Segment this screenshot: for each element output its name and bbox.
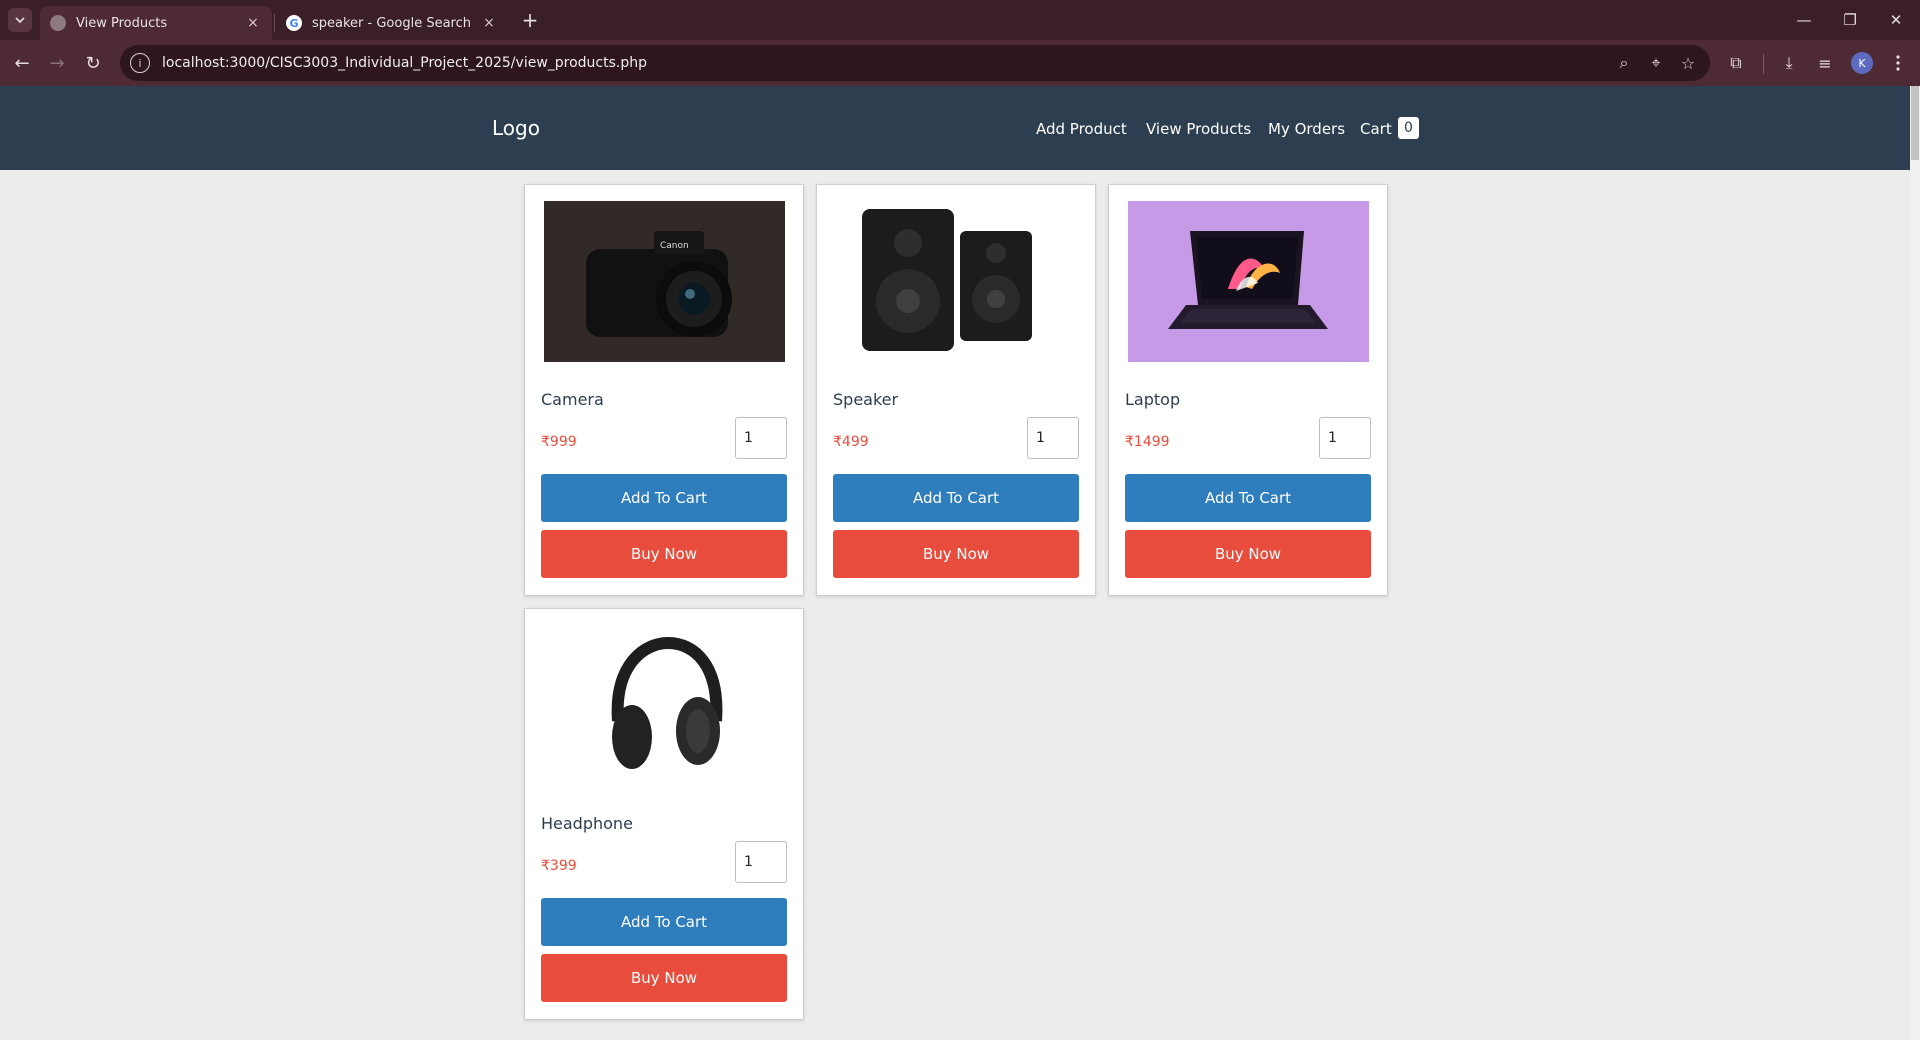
url-text[interactable]: localhost:3000/CISC3003_Individual_Proje… <box>162 55 1608 71</box>
site-header: Logo Add Product View Products My Orders… <box>0 86 1910 170</box>
nav-cart[interactable]: Cart <box>1360 120 1392 138</box>
google-favicon-icon: G <box>286 15 302 31</box>
browser-tab-google-search[interactable]: G speaker - Google Search × <box>276 6 508 40</box>
product-card-headphone: Headphone ₹399 Add To Cart Buy Now <box>524 608 804 1020</box>
minimize-window-icon[interactable]: — <box>1781 0 1827 40</box>
new-tab-plus-icon[interactable]: + <box>518 8 542 32</box>
add-to-cart-button[interactable]: Add To Cart <box>833 474 1079 522</box>
camera-image: Canon <box>544 201 785 362</box>
media-controls-icon[interactable]: ≡ <box>1811 49 1839 77</box>
site-logo[interactable]: Logo <box>492 116 540 140</box>
product-card-camera: Canon Camera ₹999 Add To Cart Buy Now <box>524 184 804 596</box>
product-price: ₹399 <box>541 858 577 874</box>
buy-now-button[interactable]: Buy Now <box>541 954 787 1002</box>
quantity-input[interactable] <box>1319 417 1371 459</box>
globe-favicon-icon <box>50 15 66 31</box>
toolbar-divider <box>1763 54 1764 74</box>
restore-window-icon[interactable]: ❐ <box>1827 0 1873 40</box>
address-bar[interactable]: i localhost:3000/CISC3003_Individual_Pro… <box>120 45 1710 81</box>
product-card-laptop: Laptop ₹1499 Add To Cart Buy Now <box>1108 184 1388 596</box>
menu-kebab-icon[interactable] <box>1884 49 1912 77</box>
quantity-input[interactable] <box>735 417 787 459</box>
product-name: Laptop <box>1125 390 1181 409</box>
add-to-cart-button[interactable]: Add To Cart <box>1125 474 1371 522</box>
add-to-cart-button[interactable]: Add To Cart <box>541 474 787 522</box>
location-pin-icon[interactable]: ⌖ <box>1640 47 1672 79</box>
product-name: Camera <box>541 390 604 409</box>
close-window-icon[interactable]: ✕ <box>1873 0 1919 40</box>
product-price: ₹999 <box>541 434 577 450</box>
svg-text:Canon: Canon <box>660 241 689 251</box>
tab-divider <box>274 14 275 32</box>
page-viewport: Logo Add Product View Products My Orders… <box>0 86 1910 1040</box>
reload-icon[interactable]: ↻ <box>79 49 107 77</box>
speaker-image <box>836 201 1077 362</box>
nav-my-orders[interactable]: My Orders <box>1268 120 1345 138</box>
buy-now-button[interactable]: Buy Now <box>541 530 787 578</box>
tab-close-icon[interactable]: × <box>244 14 262 32</box>
headphone-image <box>544 625 785 786</box>
tab-search-chevron-icon[interactable] <box>8 8 32 32</box>
product-name: Speaker <box>833 390 899 409</box>
nav-view-products[interactable]: View Products <box>1146 120 1251 138</box>
browser-tab-strip: View Products × G speaker - Google Searc… <box>0 0 1920 40</box>
page-scrollbar[interactable] <box>1910 86 1920 1040</box>
browser-toolbar: ← → ↻ i localhost:3000/CISC3003_Individu… <box>0 40 1920 86</box>
browser-tab-view-products[interactable]: View Products × <box>40 6 272 40</box>
laptop-image <box>1128 201 1369 362</box>
buy-now-button[interactable]: Buy Now <box>833 530 1079 578</box>
scrollbar-thumb[interactable] <box>1911 86 1919 160</box>
tab-close-icon[interactable]: × <box>480 14 498 32</box>
profile-avatar[interactable]: K <box>1851 52 1873 74</box>
bookmark-star-icon[interactable]: ☆ <box>1672 47 1704 79</box>
product-price: ₹1499 <box>1125 434 1170 450</box>
product-name: Headphone <box>541 814 633 833</box>
buy-now-button[interactable]: Buy Now <box>1125 530 1371 578</box>
tab-title: View Products <box>76 15 168 31</box>
zoom-magnifier-icon[interactable]: ⌕ <box>1608 47 1640 79</box>
add-to-cart-button[interactable]: Add To Cart <box>541 898 787 946</box>
nav-add-product[interactable]: Add Product <box>1036 120 1127 138</box>
tab-title: speaker - Google Search <box>312 15 471 31</box>
extensions-puzzle-icon[interactable]: ⧉ <box>1722 49 1750 77</box>
product-price: ₹499 <box>833 434 869 450</box>
downloads-icon[interactable]: ⤓ <box>1775 49 1803 77</box>
site-info-icon[interactable]: i <box>130 53 150 73</box>
product-card-speaker: Speaker ₹499 Add To Cart Buy Now <box>816 184 1096 596</box>
quantity-input[interactable] <box>735 841 787 883</box>
forward-arrow-icon[interactable]: → <box>43 49 71 77</box>
cart-count-badge[interactable]: 0 <box>1398 117 1419 139</box>
quantity-input[interactable] <box>1027 417 1079 459</box>
back-arrow-icon[interactable]: ← <box>8 49 36 77</box>
